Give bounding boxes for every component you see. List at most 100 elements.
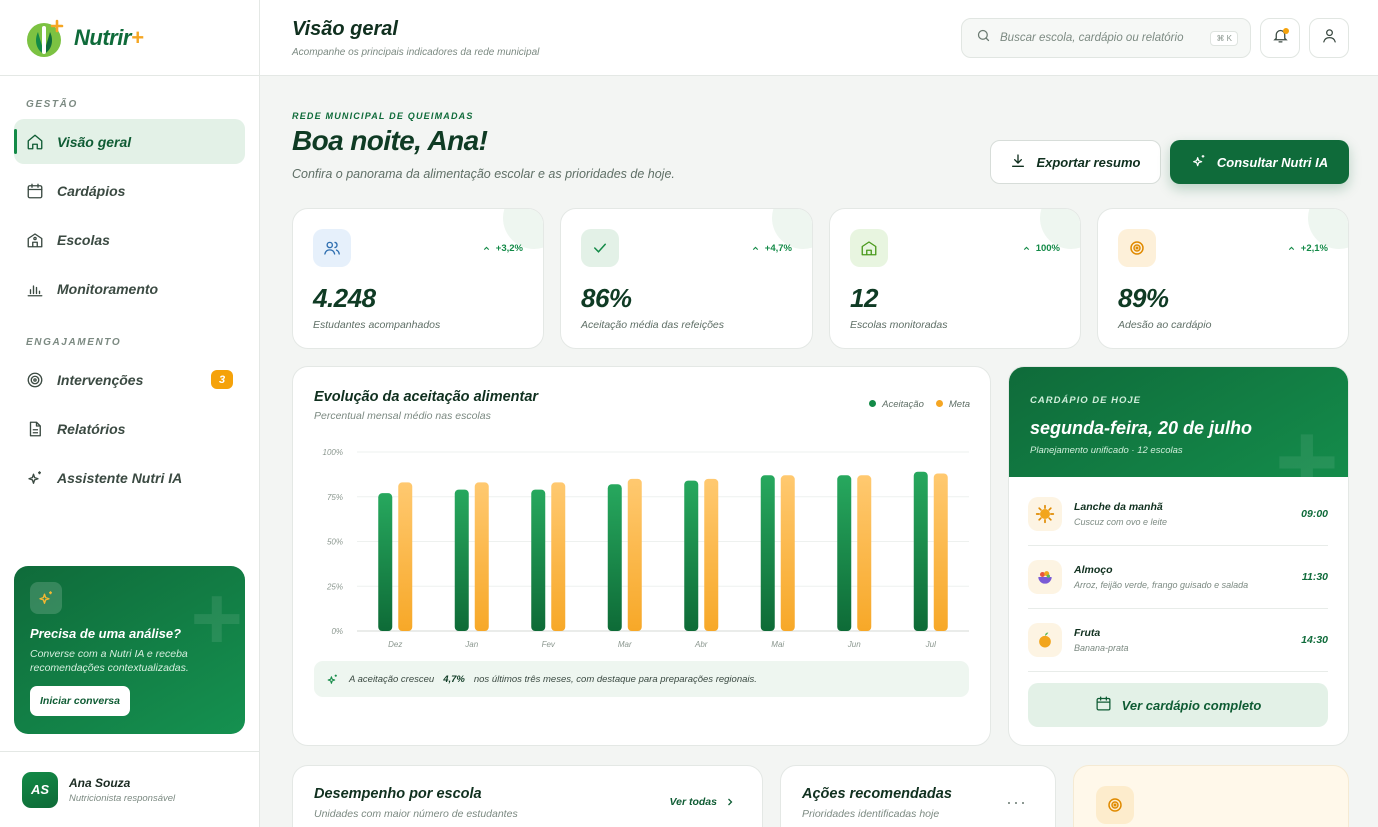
sparkle-icon (30, 582, 62, 614)
bar-acceptance (760, 475, 775, 631)
kpi-delta: +3,2% (482, 243, 523, 254)
sidebar-item-label: Visão geral (57, 133, 132, 150)
search-input[interactable]: Buscar escola, cardápio ou relatório ⌘ K (961, 18, 1251, 58)
fruit-icon (1028, 623, 1062, 657)
insight-text-post: nos últimos três meses, com destaque par… (473, 673, 757, 685)
search-shortcut: ⌘ K (1210, 31, 1238, 46)
brand-plus: + (130, 24, 144, 50)
acceptance-bar-chart: 0% 25% 50% 75% 100% Dez Jan Fev Mar Abr Mai Jun Jul (323, 448, 969, 649)
promo-text: Converse com a Nutri IA e receba recomen… (30, 648, 189, 674)
school-icon (26, 231, 44, 249)
legend-item-goal: Meta (935, 399, 970, 410)
export-summary-button[interactable]: Exportar resumo (990, 140, 1161, 184)
meal-row[interactable]: Almoço Arroz, feijão verde, frango guisad… (1028, 546, 1328, 609)
bar-chart-icon (26, 280, 44, 298)
meal-time: 11:30 (1301, 571, 1328, 583)
sparkle-icon (1191, 153, 1217, 172)
meal-row[interactable]: Fruta Banana-prata 14:30 (1028, 609, 1328, 672)
acceptance-chart-card: Evolução da aceitação alimentar Percentu… (292, 366, 991, 746)
network-eyebrow: REDE MUNICIPAL DE QUEIMADAS (292, 111, 474, 121)
sun-food-icon (1028, 497, 1062, 531)
kpi-delta: +2,1% (1287, 243, 1328, 254)
chevron-up-icon (1023, 246, 1029, 251)
chart-legend: Aceitação Meta (869, 399, 970, 410)
kpi-card-adherence: +2,1% 89% Adesão ao cardápio (1097, 208, 1349, 349)
legend-item-acceptance: Aceitação (869, 399, 924, 410)
sidebar-item-relatorios[interactable]: Relatórios (14, 406, 245, 451)
legend-dot (869, 400, 877, 407)
legend-label: Aceitação (882, 399, 924, 410)
kpi-card-schools: 100% 12 Escolas monitoradas (829, 208, 1081, 349)
sidebar-item-cardapios[interactable]: Cardápios (14, 168, 245, 213)
kpi-delta-value: +3,2% (495, 243, 523, 254)
consult-ai-button[interactable]: Consultar Nutri IA (1170, 140, 1349, 184)
kpi-label: Escolas monitoradas (850, 319, 948, 331)
y-tick-label: 100% (323, 448, 343, 457)
notifications-button[interactable] (1260, 18, 1300, 58)
sidebar-item-visao-geral[interactable]: Visão geral (14, 119, 245, 164)
chevron-up-icon (483, 246, 489, 251)
decorative-plus: + (1274, 400, 1339, 478)
view-all-link[interactable]: Ver todas (670, 796, 736, 808)
bar-acceptance (913, 471, 928, 631)
consult-ai-label: Consultar Nutri IA (1216, 154, 1329, 170)
home-icon (26, 133, 44, 151)
meal-row[interactable]: Lanche da manhã Cuscuz com ovo e leite 09… (1028, 483, 1328, 546)
bar-acceptance (531, 489, 546, 631)
legend-dot (935, 400, 943, 407)
chart-insight: A aceitação cresceu 4,7% nos últimos trê… (314, 661, 969, 697)
brand-logo[interactable]: Nutrir+ (0, 0, 259, 76)
more-options-icon[interactable]: ··· (1006, 792, 1027, 813)
meal-time: 09:00 (1301, 508, 1328, 520)
kpi-label: Estudantes acompanhados (313, 319, 441, 331)
calendar-icon (26, 182, 44, 200)
bar-goal (780, 475, 795, 631)
x-tick-label: Jun (847, 640, 861, 649)
kpi-delta: 100% (1022, 243, 1060, 254)
y-tick-label: 0% (331, 627, 343, 636)
search-icon (976, 28, 991, 48)
school-icon (850, 229, 888, 267)
user-profile[interactable]: AS Ana Souza Nutricionista responsável (0, 751, 259, 827)
meal-name: Almoço (1074, 564, 1113, 576)
performance-title: Desempenho por escola (314, 786, 482, 802)
actions-title: Ações recomendadas (802, 786, 952, 802)
users-icon (313, 229, 351, 267)
meal-name: Fruta (1074, 627, 1101, 639)
chevron-up-icon (752, 246, 758, 251)
view-all-label: Ver todas (669, 796, 717, 808)
bar-goal (398, 482, 413, 631)
profile-button[interactable] (1309, 18, 1349, 58)
target-icon (1096, 786, 1134, 824)
kpi-label: Aceitação média das refeições (581, 319, 724, 331)
plate-icon (1028, 560, 1062, 594)
view-full-menu-label: Ver cardápio completo (1121, 697, 1262, 713)
x-tick-label: Jul (925, 640, 936, 649)
ai-promo-card: + Precisa de uma análise? Converse com a… (14, 566, 245, 734)
meal-name: Lanche da manhã (1074, 501, 1163, 513)
sidebar-item-label: Relatórios (57, 420, 126, 437)
sidebar-item-label: Monitoramento (57, 280, 159, 297)
x-tick-label: Abr (694, 640, 708, 649)
kpi-delta-value: +2,1% (1300, 243, 1328, 254)
sidebar-item-assistente[interactable]: Assistente Nutri IA (14, 455, 245, 500)
chart-title: Evolução da aceitação alimentar (314, 389, 539, 405)
x-tick-label: Dez (388, 640, 402, 649)
sparkle-icon (326, 673, 339, 686)
actions-subtitle: Prioridades identificadas hoje (802, 808, 940, 820)
bar-goal (474, 482, 489, 631)
view-full-menu-button[interactable]: Ver cardápio completo (1028, 683, 1328, 727)
sidebar-item-escolas[interactable]: Escolas (14, 217, 245, 262)
user-icon (1321, 27, 1338, 49)
start-conversation-button[interactable]: Iniciar conversa (30, 686, 130, 716)
sidebar-item-monitoramento[interactable]: Monitoramento (14, 266, 245, 311)
bar-goal (704, 478, 719, 631)
highlight-card (1073, 765, 1349, 827)
kpi-card-students: +3,2% 4.248 Estudantes acompanhados (292, 208, 544, 349)
bar-goal (857, 475, 872, 631)
greeting-subtitle: Confira o panorama da alimentação escola… (292, 167, 675, 181)
page-title: Visão geral (292, 18, 398, 40)
sidebar-item-intervencoes[interactable]: Intervenções 3 (14, 357, 245, 402)
brand-name: Nutrir+ (74, 24, 144, 51)
export-summary-label: Exportar resumo (1036, 154, 1141, 170)
